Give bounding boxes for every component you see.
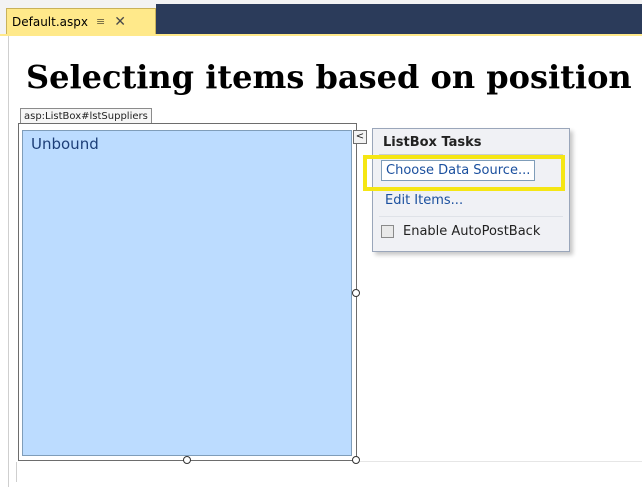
tab-label: Default.aspx	[12, 14, 88, 29]
highlight-box	[363, 155, 565, 191]
tasks-panel-title: ListBox Tasks	[383, 135, 482, 150]
enable-autopostback-option[interactable]: Enable AutoPostBack	[381, 224, 540, 239]
resize-handle-bottom[interactable]	[183, 456, 191, 464]
page-heading: Selecting items based on position	[26, 58, 632, 96]
surface-guide-line	[360, 461, 642, 462]
document-tab-strip: Default.aspx ≡ ✕	[0, 0, 642, 36]
listbox-control[interactable]: Unbound	[22, 130, 352, 456]
surface-guide-line	[16, 462, 17, 482]
resize-handle-bottom-right[interactable]	[352, 456, 360, 464]
divider	[379, 216, 563, 217]
edit-items-link[interactable]: Edit Items...	[385, 193, 463, 208]
resize-handle-right[interactable]	[352, 289, 360, 297]
smart-tag-icon[interactable]: <	[353, 130, 367, 144]
close-icon[interactable]: ✕	[114, 15, 126, 29]
enable-autopostback-label: Enable AutoPostBack	[403, 224, 541, 239]
tab-strip-background	[156, 4, 642, 34]
control-tag-label: asp:ListBox#lstSuppliers	[20, 108, 152, 124]
enable-autopostback-checkbox[interactable]	[381, 225, 394, 238]
tab-default-aspx[interactable]: Default.aspx ≡ ✕	[6, 8, 156, 34]
pin-icon[interactable]: ≡	[96, 15, 105, 28]
list-item[interactable]: Unbound	[31, 135, 99, 153]
